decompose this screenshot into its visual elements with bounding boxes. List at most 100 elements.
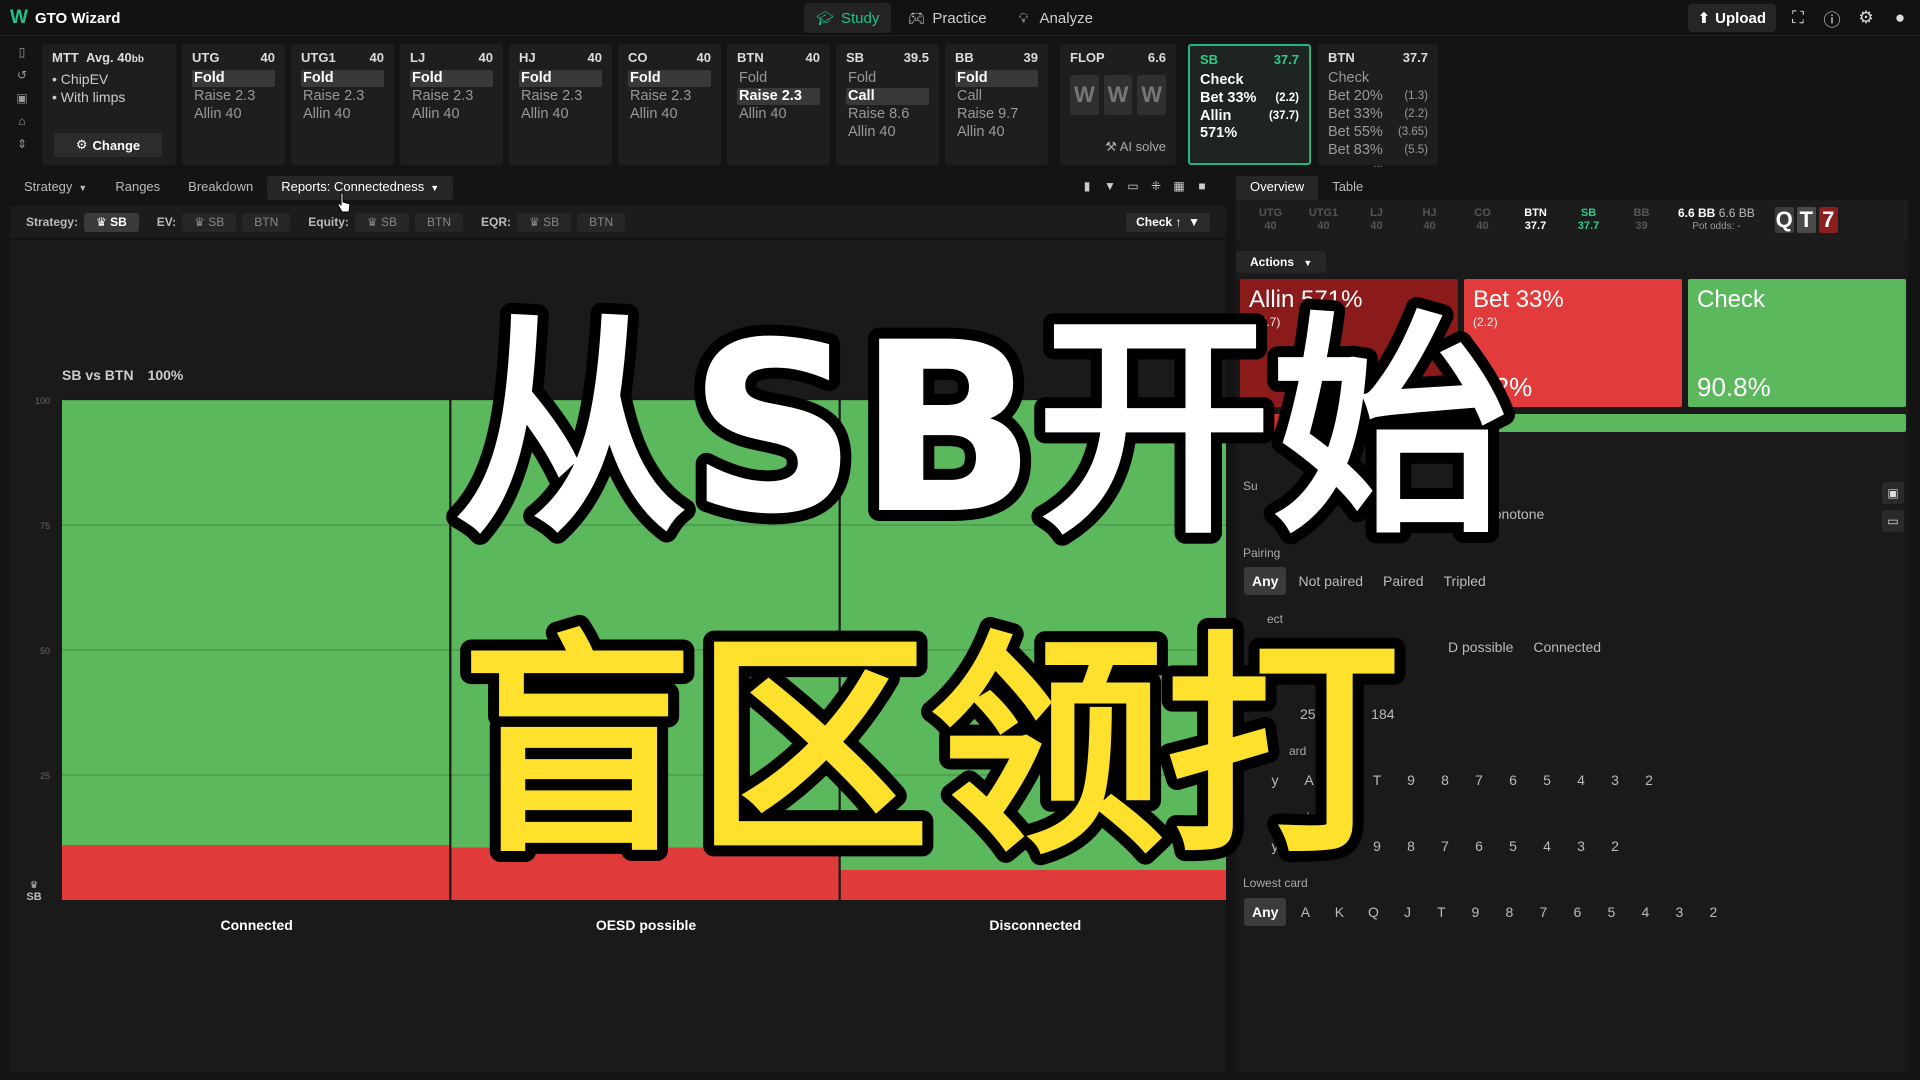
highest-option[interactable]: 5 (1532, 766, 1562, 794)
lowest-option[interactable]: 9 (1460, 898, 1490, 926)
action-option[interactable]: Fold (628, 70, 711, 87)
highest-option[interactable]: y (1260, 766, 1290, 794)
sb-action-option[interactable]: Allin 571% (37.7) (1200, 108, 1299, 141)
strip-position-lj[interactable]: LJ 40 (1350, 207, 1403, 233)
bar-connected-check[interactable] (62, 400, 450, 845)
compact-icon[interactable]: ⁜ (1147, 176, 1165, 196)
pairing-option[interactable]: Any (1244, 567, 1287, 595)
action-option[interactable]: Fold (301, 70, 384, 87)
account-icon[interactable]: ● (1888, 6, 1912, 30)
highest-option[interactable]: 8 (1430, 766, 1460, 794)
action-option[interactable]: Call (955, 88, 1038, 105)
flop-card-3[interactable]: W (1137, 75, 1167, 115)
flop-card[interactable]: FLOP 6.6 W W W ⚒ AI solve (1060, 44, 1176, 165)
strategy-sb-pill[interactable]: ♛ SB (84, 212, 139, 232)
tab-table[interactable]: Table (1318, 176, 1377, 200)
action-option[interactable]: Fold (192, 70, 275, 87)
action-select-dropdown[interactable]: Check ↑ ▼ (1126, 213, 1210, 232)
tab-reports[interactable]: Reports: Connectedness ▼ (267, 176, 454, 200)
btn-action-option[interactable]: Bet 83% (5.5) (1328, 142, 1428, 159)
equity-btn-pill[interactable]: BTN (415, 212, 464, 232)
action-option[interactable]: Allin 40 (846, 124, 929, 141)
screenshot-icon[interactable]: ⛶ (1786, 6, 1810, 30)
action-option[interactable]: Raise 2.3 (410, 88, 493, 105)
lowest-option[interactable]: Q (1358, 898, 1388, 926)
tab-breakdown[interactable]: Breakdown (174, 176, 267, 200)
gear-icon[interactable]: ⚙ (1854, 6, 1878, 30)
middle-option[interactable]: 2 (1600, 832, 1630, 860)
square-icon[interactable]: ■ (1193, 176, 1211, 196)
flop-card-2[interactable]: W (1103, 75, 1133, 115)
action-option[interactable]: Allin 40 (192, 106, 275, 123)
lowest-option[interactable]: 2 (1698, 898, 1728, 926)
action-option[interactable]: Raise 2.3 (628, 88, 711, 105)
lowest-option[interactable]: A (1290, 898, 1320, 926)
counts-option[interactable]: 49 (1328, 700, 1360, 728)
middle-option[interactable]: 3 (1566, 832, 1596, 860)
tab-strategy[interactable]: Strategy ▼ (10, 176, 101, 200)
action-option[interactable]: Raise 8.6 (846, 106, 929, 123)
position-card-btn[interactable]: BTN 40 Fold Raise 2.3 Allin 40 (727, 44, 830, 165)
strip-position-sb[interactable]: SB 37.7 (1562, 207, 1615, 233)
position-card-co[interactable]: CO 40 Fold Raise 2.3 Allin 40 (618, 44, 721, 165)
eqr-btn-pill[interactable]: BTN (577, 212, 626, 232)
highest-option[interactable]: K (1328, 766, 1358, 794)
position-card-utg1[interactable]: UTG1 40 Fold Raise 2.3 Allin 40 (291, 44, 394, 165)
lowest-option[interactable]: 3 (1664, 898, 1694, 926)
counts-option[interactable]: 25 (1292, 700, 1324, 728)
highest-option[interactable]: 9 (1396, 766, 1426, 794)
equity-sb-pill[interactable]: ♛ SB (354, 212, 410, 232)
highest-option[interactable]: 4 (1566, 766, 1596, 794)
help-icon[interactable]: ⓘ (1820, 6, 1844, 30)
connect-option[interactable]: D possible (1440, 633, 1521, 661)
suits-option-w[interactable]: w (1440, 500, 1470, 528)
middle-option[interactable]: A (1294, 832, 1324, 860)
action-option[interactable]: Allin 40 (519, 106, 602, 123)
controller-icon[interactable]: ⌂ (13, 113, 31, 129)
middle-option[interactable]: T (1328, 832, 1358, 860)
btn-action-option[interactable]: Check (1328, 70, 1428, 87)
strip-position-co[interactable]: CO 40 (1456, 207, 1509, 233)
nav-analyze[interactable]: 💡︎ Analyze (1003, 3, 1105, 33)
action-option[interactable]: Fold (955, 70, 1038, 87)
btn-node-card[interactable]: BTN 37.7 Check Bet 20% (1.3) Bet 33% (2.2) Be… (1318, 44, 1438, 170)
connect-option[interactable]: Connected (1525, 633, 1609, 661)
lowest-option[interactable]: K (1324, 898, 1354, 926)
btn-action-option[interactable]: Bet 55% (3.65) (1328, 124, 1428, 141)
action-option[interactable]: Raise 2.3 (737, 88, 820, 105)
strip-position-bb[interactable]: BB 39 (1615, 207, 1668, 233)
change-button[interactable]: ⚙ Change (54, 133, 162, 157)
bookmark-icon[interactable]: ▯ (13, 44, 31, 60)
lowest-option[interactable]: Any (1244, 898, 1287, 926)
history-icon[interactable]: ↺ (13, 67, 31, 83)
ai-solve-button[interactable]: ⚒ AI solve (1105, 139, 1166, 155)
btn-action-option[interactable]: Bet 20% (1.3) (1328, 88, 1428, 105)
action-option[interactable]: Allin 40 (410, 106, 493, 123)
sb-action-option[interactable]: Check (1200, 72, 1299, 89)
flop-card-1[interactable]: W (1070, 75, 1099, 115)
pairing-option[interactable]: Paired (1375, 567, 1431, 595)
action-box-allin[interactable]: Allin 571% (37.7) (1240, 279, 1458, 407)
tab-overview[interactable]: Overview (1236, 176, 1319, 200)
save-filter-icon[interactable]: ▣ (1882, 482, 1904, 504)
app-logo[interactable]: W GTO Wizard (10, 7, 120, 29)
position-card-utg[interactable]: UTG 40 Fold Raise 2.3 Allin 40 (182, 44, 285, 165)
middle-option[interactable]: 9 (1362, 832, 1392, 860)
counts-option[interactable]: 184 (1363, 700, 1402, 728)
nav-practice[interactable]: 🎮︎ Practice (895, 3, 998, 33)
load-filter-icon[interactable]: ▭ (1882, 510, 1904, 532)
middle-option[interactable]: 4 (1532, 832, 1562, 860)
position-card-bb[interactable]: BB 39 Fold Call Raise 9.7 Allin 40 (945, 44, 1048, 165)
highest-option[interactable]: 2 (1634, 766, 1664, 794)
action-option[interactable]: Fold (519, 70, 602, 87)
highest-option[interactable]: A (1294, 766, 1324, 794)
action-option[interactable]: Call (846, 88, 929, 105)
save-icon[interactable]: ▣ (13, 90, 31, 106)
middle-option[interactable]: 8 (1396, 832, 1426, 860)
strip-position-btn[interactable]: BTN 37.7 (1509, 207, 1562, 233)
action-option[interactable]: Fold (737, 70, 820, 87)
highest-option[interactable]: T (1362, 766, 1392, 794)
bar-connected-bet-33-[interactable] (62, 845, 450, 900)
middle-option[interactable]: 5 (1498, 832, 1528, 860)
lowest-option[interactable]: 8 (1494, 898, 1524, 926)
